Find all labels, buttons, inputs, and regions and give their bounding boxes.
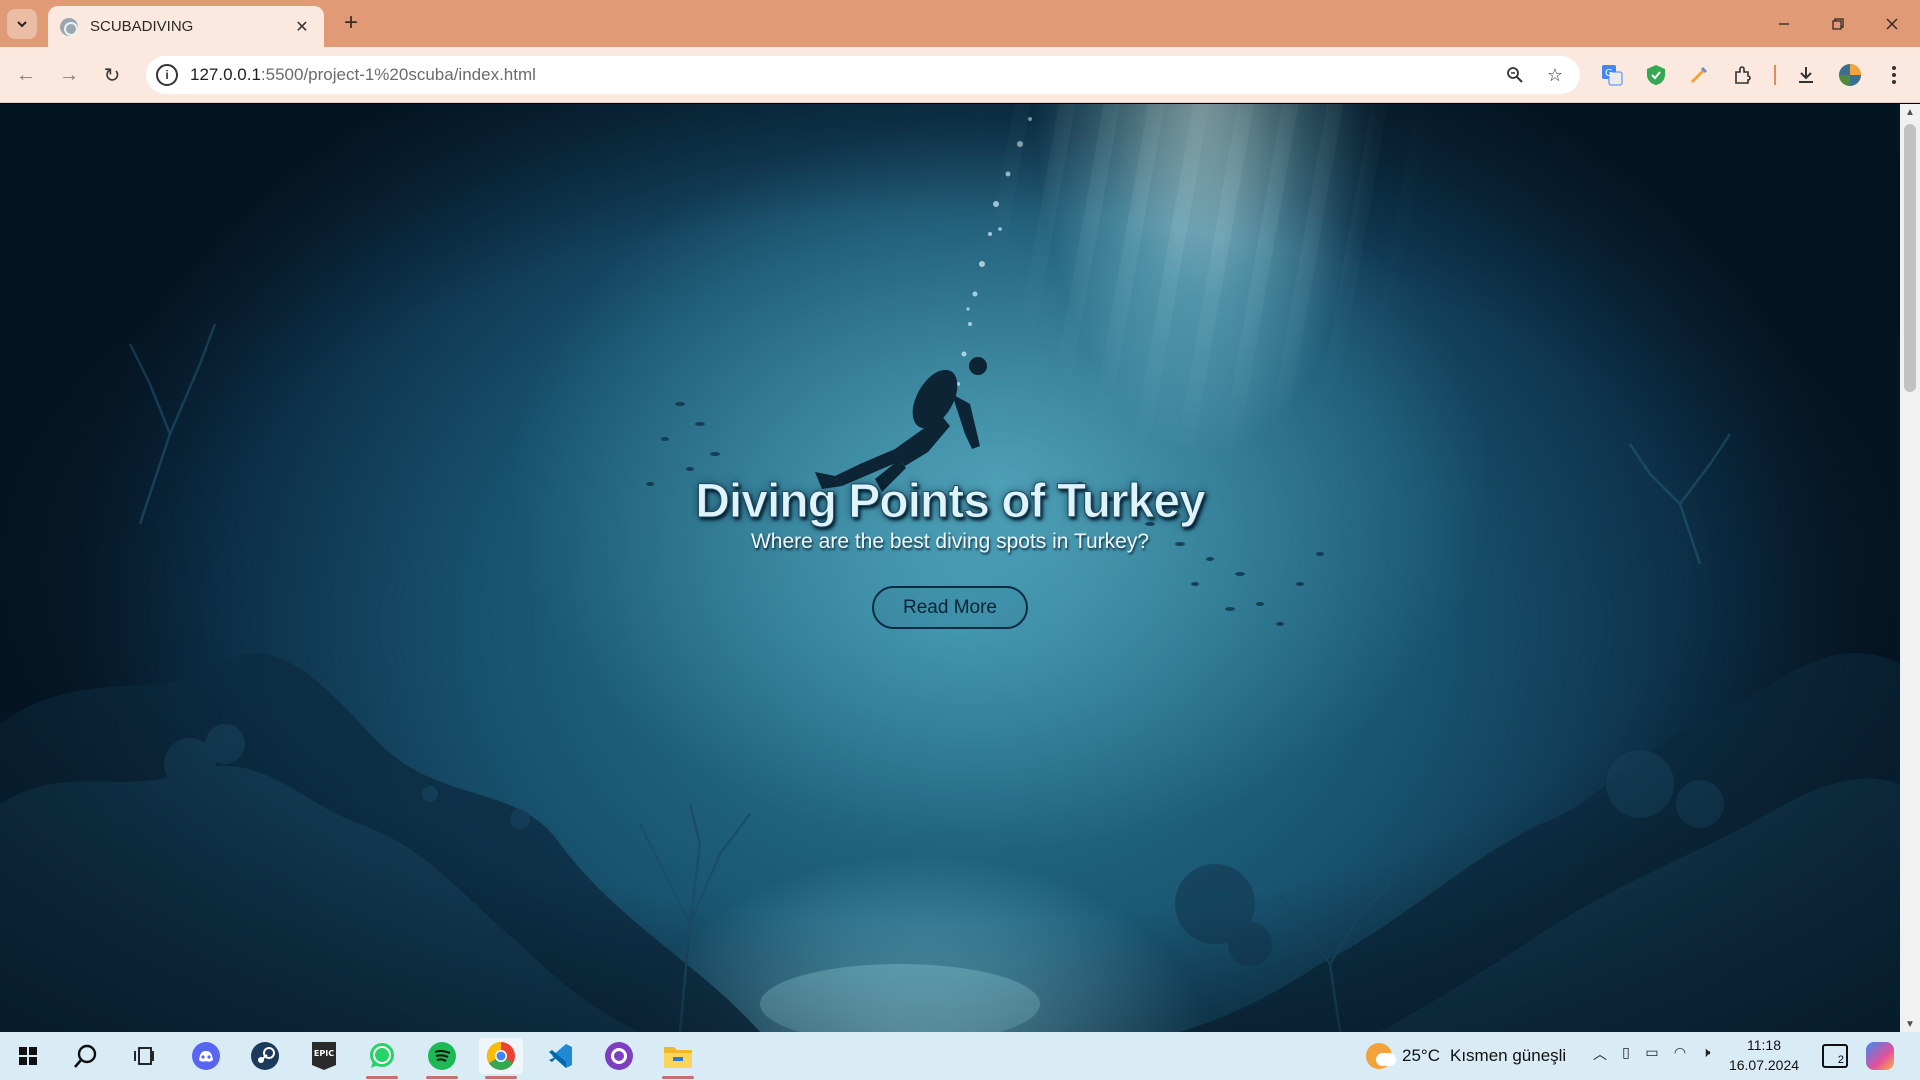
partly-sunny-icon	[1366, 1043, 1396, 1069]
puzzle-icon[interactable]	[1727, 59, 1759, 91]
shield-icon[interactable]	[1640, 59, 1672, 91]
avatar-icon[interactable]	[1834, 59, 1866, 91]
running-indicator	[485, 1076, 517, 1079]
tab-scubadiving[interactable]: SCUBADIVING ✕	[48, 6, 324, 47]
wifi-icon[interactable]: ◠	[1668, 1044, 1692, 1061]
minimize-button[interactable]	[1756, 0, 1812, 47]
reload-icon: ↻	[103, 64, 121, 87]
device-icon[interactable]: ▯	[1614, 1044, 1638, 1061]
notification-icon[interactable]: 2	[1822, 1044, 1848, 1068]
weather-widget[interactable]: 25°C Kısmen güneşli	[1366, 1042, 1566, 1070]
volume-muted-icon[interactable]: 🕨	[1694, 1044, 1718, 1061]
back-arrow-icon: ←	[16, 63, 36, 86]
reload-button[interactable]: ↻	[98, 61, 126, 89]
scroll-down-icon[interactable]: ▼	[1900, 1016, 1920, 1032]
copilot-icon[interactable]	[1866, 1042, 1894, 1070]
tab-title: SCUBADIVING	[90, 18, 194, 35]
translate-icon[interactable]: G	[1596, 59, 1628, 91]
running-indicator	[662, 1076, 694, 1079]
svg-text:G: G	[1605, 68, 1613, 79]
globe-icon	[60, 17, 78, 36]
battery-icon[interactable]: ▭	[1640, 1044, 1664, 1061]
url-text[interactable]: 127.0.0.1:5500/project-1%20scuba/index.h…	[190, 65, 1500, 85]
scroll-up-icon[interactable]: ▲	[1900, 104, 1920, 120]
info-icon[interactable]: i	[156, 64, 178, 86]
forward-arrow-icon: →	[59, 63, 79, 86]
pen-icon[interactable]	[1683, 59, 1715, 91]
page-viewport: Diving Points of Turkey Where are the be…	[0, 104, 1900, 1032]
chevron-down-icon	[17, 21, 27, 28]
discord-icon[interactable]	[184, 1038, 228, 1074]
windows-taskbar: EPIC 25°C Kısmen güneşli ︿ ▯ ▭ ◠ 🕨 11:18…	[0, 1032, 1920, 1080]
browser-toolbar: ← → ↻ i 127.0.0.1:5500/project-1%20scuba…	[0, 47, 1920, 103]
chevron-up-icon[interactable]: ︿	[1588, 1044, 1612, 1064]
chrome-icon[interactable]	[479, 1038, 523, 1079]
close-window-button[interactable]	[1864, 0, 1920, 47]
tab-bar: SCUBADIVING ✕ +	[0, 0, 1920, 47]
kebab-menu-icon[interactable]	[1878, 59, 1910, 91]
epic-games-icon[interactable]: EPIC	[302, 1038, 346, 1074]
running-indicator	[366, 1076, 398, 1079]
spotify-icon[interactable]	[420, 1038, 464, 1079]
windows-start-icon[interactable]	[6, 1038, 50, 1074]
download-icon[interactable]	[1790, 59, 1822, 91]
address-bar[interactable]: i 127.0.0.1:5500/project-1%20scuba/index…	[146, 56, 1580, 94]
steam-icon[interactable]	[243, 1038, 287, 1074]
vscode-icon[interactable]	[538, 1038, 582, 1074]
file-explorer-icon[interactable]	[656, 1038, 700, 1079]
restore-button[interactable]	[1810, 0, 1866, 47]
weather-text: Kısmen güneşli	[1449, 1046, 1567, 1065]
forward-button[interactable]: →	[55, 61, 83, 89]
running-indicator	[426, 1076, 458, 1079]
underwater-background	[0, 104, 1900, 1032]
star-icon[interactable]: ☆	[1540, 60, 1570, 90]
whatsapp-icon[interactable]	[360, 1038, 404, 1079]
page-title: Diving Points of Turkey	[695, 475, 1207, 528]
hero-section: Diving Points of Turkey Where are the be…	[0, 475, 1900, 554]
toolbar-separator	[1774, 65, 1776, 85]
minimize-icon	[1779, 22, 1789, 25]
close-icon	[1886, 18, 1898, 29]
scroll-thumb[interactable]	[1904, 124, 1916, 392]
close-icon[interactable]: ✕	[292, 17, 312, 37]
system-clock[interactable]: 11:18 16.07.2024	[1718, 1035, 1810, 1075]
plus-icon: +	[343, 9, 358, 36]
clock-date: 16.07.2024	[1728, 1057, 1800, 1073]
github-desktop-icon[interactable]	[597, 1038, 641, 1074]
search-icon[interactable]	[64, 1038, 108, 1074]
weather-temp: 25°C	[1402, 1046, 1440, 1065]
restore-icon	[1832, 17, 1844, 30]
read-more-button[interactable]: Read More	[872, 586, 1028, 629]
notification-count: 2	[1837, 1054, 1844, 1066]
clock-time: 11:18	[1747, 1037, 1781, 1053]
task-view-icon[interactable]	[122, 1038, 166, 1074]
page-subtitle: Where are the best diving spots in Turke…	[750, 530, 1150, 553]
zoom-icon[interactable]	[1500, 60, 1530, 90]
new-tab-button[interactable]: +	[338, 9, 364, 36]
tab-list-button[interactable]	[7, 9, 37, 39]
page-scrollbar[interactable]: ▲ ▼	[1900, 104, 1920, 1032]
svg-text:EPIC: EPIC	[314, 1049, 334, 1058]
back-button[interactable]: ←	[12, 61, 40, 89]
